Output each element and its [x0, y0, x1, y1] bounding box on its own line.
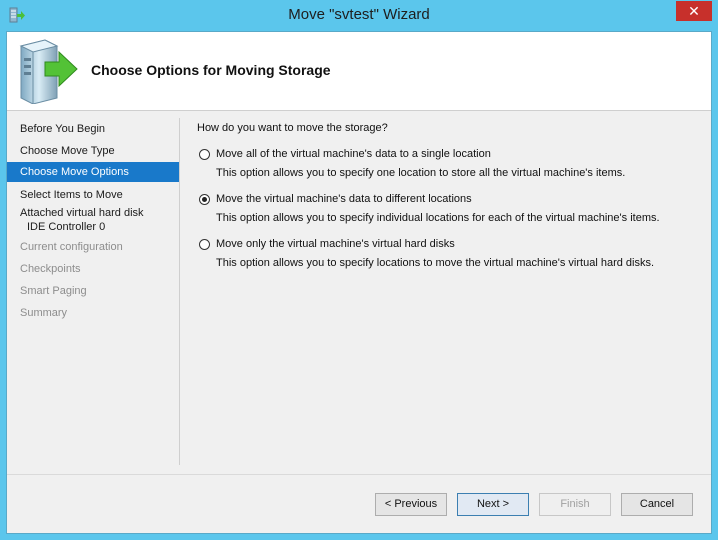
nav-divider [179, 118, 180, 465]
previous-button[interactable]: < Previous [375, 493, 447, 516]
radio-single-location[interactable] [199, 149, 210, 160]
option-description: This option allows you to specify locati… [216, 257, 655, 269]
nav-step-summary: Summary [7, 306, 179, 322]
nav-step-choose-move-type[interactable]: Choose Move Type [7, 144, 179, 160]
wizard-body: Choose Options for Moving Storage Before… [6, 31, 712, 534]
option-description: This option allows you to specify one lo… [216, 167, 626, 179]
page-title: Choose Options for Moving Storage [91, 62, 331, 78]
nav-step-label: Summary [20, 307, 68, 319]
option-description: This option allows you to specify indivi… [216, 212, 660, 224]
wizard-window: Move "svtest" Wizard ✕ Choose Options fo… [0, 0, 718, 540]
question-label: How do you want to move the storage? [197, 122, 388, 134]
radio-different-locations[interactable] [199, 194, 210, 205]
option-label[interactable]: Move all of the virtual machine's data t… [216, 148, 491, 160]
nav-step-label: Smart Paging [20, 285, 87, 297]
option-label[interactable]: Move only the virtual machine's virtual … [216, 238, 455, 250]
close-button[interactable]: ✕ [676, 1, 712, 21]
nav-step-sublabel: IDE Controller 0 [27, 221, 106, 233]
title-bar[interactable]: Move "svtest" Wizard ✕ [0, 0, 718, 31]
footer-divider [7, 474, 711, 475]
window-title: Move "svtest" Wizard [288, 6, 430, 23]
nav-step-label: Select Items to Move [20, 189, 123, 201]
wizard-header: Choose Options for Moving Storage [7, 32, 711, 111]
nav-step-checkpoints: Checkpoints [7, 262, 179, 278]
nav-step-attached-vhd[interactable]: Attached virtual hard disk IDE Controlle… [7, 206, 179, 234]
nav-step-current-configuration: Current configuration [7, 240, 179, 256]
nav-step-label: Current configuration [20, 241, 123, 253]
next-button[interactable]: Next > [457, 493, 529, 516]
nav-step-label: Choose Move Options [20, 166, 129, 178]
server-move-icon [19, 39, 78, 104]
nav-step-choose-move-options[interactable]: Choose Move Options [7, 162, 179, 182]
cancel-button[interactable]: Cancel [621, 493, 693, 516]
nav-step-label: Choose Move Type [20, 145, 115, 157]
option-label[interactable]: Move the virtual machine's data to diffe… [216, 193, 472, 205]
nav-step-label: Attached virtual hard disk [20, 207, 144, 219]
nav-step-smart-paging: Smart Paging [7, 284, 179, 300]
finish-button: Finish [539, 493, 611, 516]
nav-step-select-items[interactable]: Select Items to Move [7, 188, 179, 204]
nav-step-label: Before You Begin [20, 123, 106, 135]
radio-vhd-only[interactable] [199, 239, 210, 250]
nav-step-before-you-begin[interactable]: Before You Begin [7, 122, 179, 138]
nav-step-label: Checkpoints [20, 263, 81, 275]
